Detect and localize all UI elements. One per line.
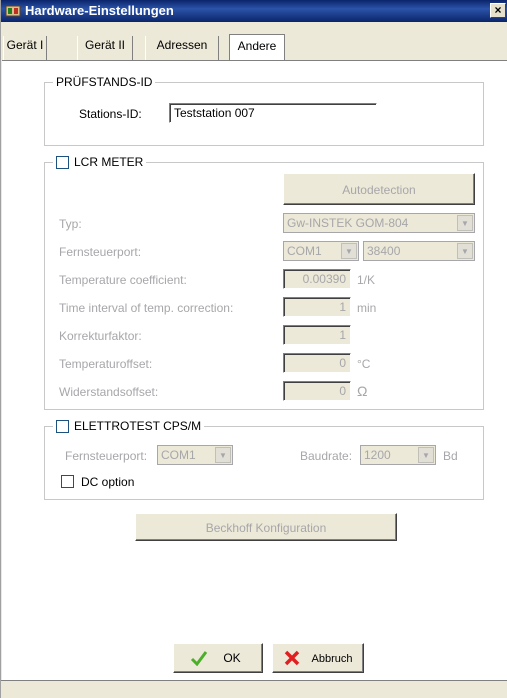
tab-andere[interactable]: Andere [229,34,285,61]
cancel-label: Abbruch [311,653,353,665]
close-button[interactable]: × [490,3,506,18]
elettrotest-title: ELETTROTEST CPS/M [53,419,205,433]
tab-geraet-2[interactable]: Gerät II [77,36,133,60]
chevron-down-icon: ▼ [215,447,231,463]
title-bar[interactable]: Hardware-Einstellungen × [1,0,507,22]
lcr-port-select[interactable]: COM1 ▼ [283,241,359,261]
type-label: Typ: [59,217,82,231]
dc-option-checkbox[interactable] [61,475,74,488]
elettrotest-title-label: ELETTROTEST CPS/M [74,419,202,433]
lcr-title: LCR METER [53,155,147,169]
autodetection-button[interactable]: Autodetection [283,173,475,205]
cancel-x-icon [284,650,300,666]
el-port-select[interactable]: COM1 ▼ [157,445,233,465]
station-id-label: Stations-ID: [79,107,142,121]
type-select[interactable]: Gw-INSTEK GOM-804 ▼ [283,213,475,233]
interval-unit: min [357,301,377,315]
lcr-baud-select[interactable]: 38400 ▼ [363,241,475,261]
app-icon [5,5,21,17]
el-baud-label: Baudrate: [300,449,353,463]
chevron-down-icon: ▼ [457,243,473,259]
ok-button[interactable]: OK [173,643,263,673]
tab-adressen[interactable]: Adressen [145,36,219,60]
tempcoef-unit: 1/K [357,273,376,287]
korr-label: Korrekturfaktor: [59,329,142,343]
lcr-port-value: COM1 [287,244,322,258]
el-port-label: Fernsteuerport: [65,449,148,463]
pruefstand-group: PRÜFSTANDS-ID Stations-ID: Teststation 0… [44,75,484,146]
resoff-label: Widerstandsoffset: [59,385,159,399]
ok-label: OK [223,651,241,665]
tempoff-unit: °C [357,357,371,371]
chevron-down-icon: ▼ [341,243,357,259]
tab-geraet-1[interactable]: Gerät I [3,36,47,60]
lcr-group: LCR METER Autodetection Typ: Gw-INSTEK G… [44,155,484,410]
tab-panel-andere: PRÜFSTANDS-ID Stations-ID: Teststation 0… [2,60,507,680]
station-id-input[interactable]: Teststation 007 [169,103,377,123]
korr-input[interactable]: 1 [283,325,351,345]
elettrotest-group: ELETTROTEST CPS/M Fernsteuerport: COM1 ▼ … [44,419,484,500]
resoff-input[interactable]: 0 [283,381,351,401]
lcr-title-label: LCR METER [74,155,144,169]
status-bar [1,680,507,698]
dc-option-label: DC option [81,475,135,489]
window-title: Hardware-Einstellungen [25,3,174,18]
el-baud-unit: Bd [443,449,458,463]
lcr-port-label: Fernsteuerport: [59,245,142,259]
elettrotest-checkbox[interactable] [56,419,69,433]
resoff-unit: Ω [357,383,368,399]
chevron-down-icon: ▼ [418,447,434,463]
el-port-value: COM1 [161,448,196,462]
beckhoff-button[interactable]: Beckhoff Konfiguration [135,513,397,541]
interval-label: Time interval of temp. correction: [59,301,234,315]
type-value: Gw-INSTEK GOM-804 [287,216,409,230]
tempcoef-input[interactable]: 0.00390 [283,269,351,289]
lcr-checkbox[interactable] [56,155,69,169]
el-baud-value: 1200 [364,448,391,462]
settings-window: Hardware-Einstellungen × Gerät I Gerät I… [0,0,507,698]
lcr-baud-value: 38400 [367,244,401,258]
chevron-down-icon: ▼ [457,215,473,231]
tempoff-input[interactable]: 0 [283,353,351,373]
el-baud-select[interactable]: 1200 ▼ [360,445,436,465]
tempoff-label: Temperaturoffset: [59,357,153,371]
pruefstand-title: PRÜFSTANDS-ID [53,75,156,89]
check-icon [190,651,208,666]
cancel-button[interactable]: Abbruch [272,643,364,673]
tempcoef-label: Temperature coefficient: [59,273,187,287]
tab-strip: Gerät I Gerät II Adressen Andere [1,34,507,61]
interval-input[interactable]: 1 [283,297,351,317]
